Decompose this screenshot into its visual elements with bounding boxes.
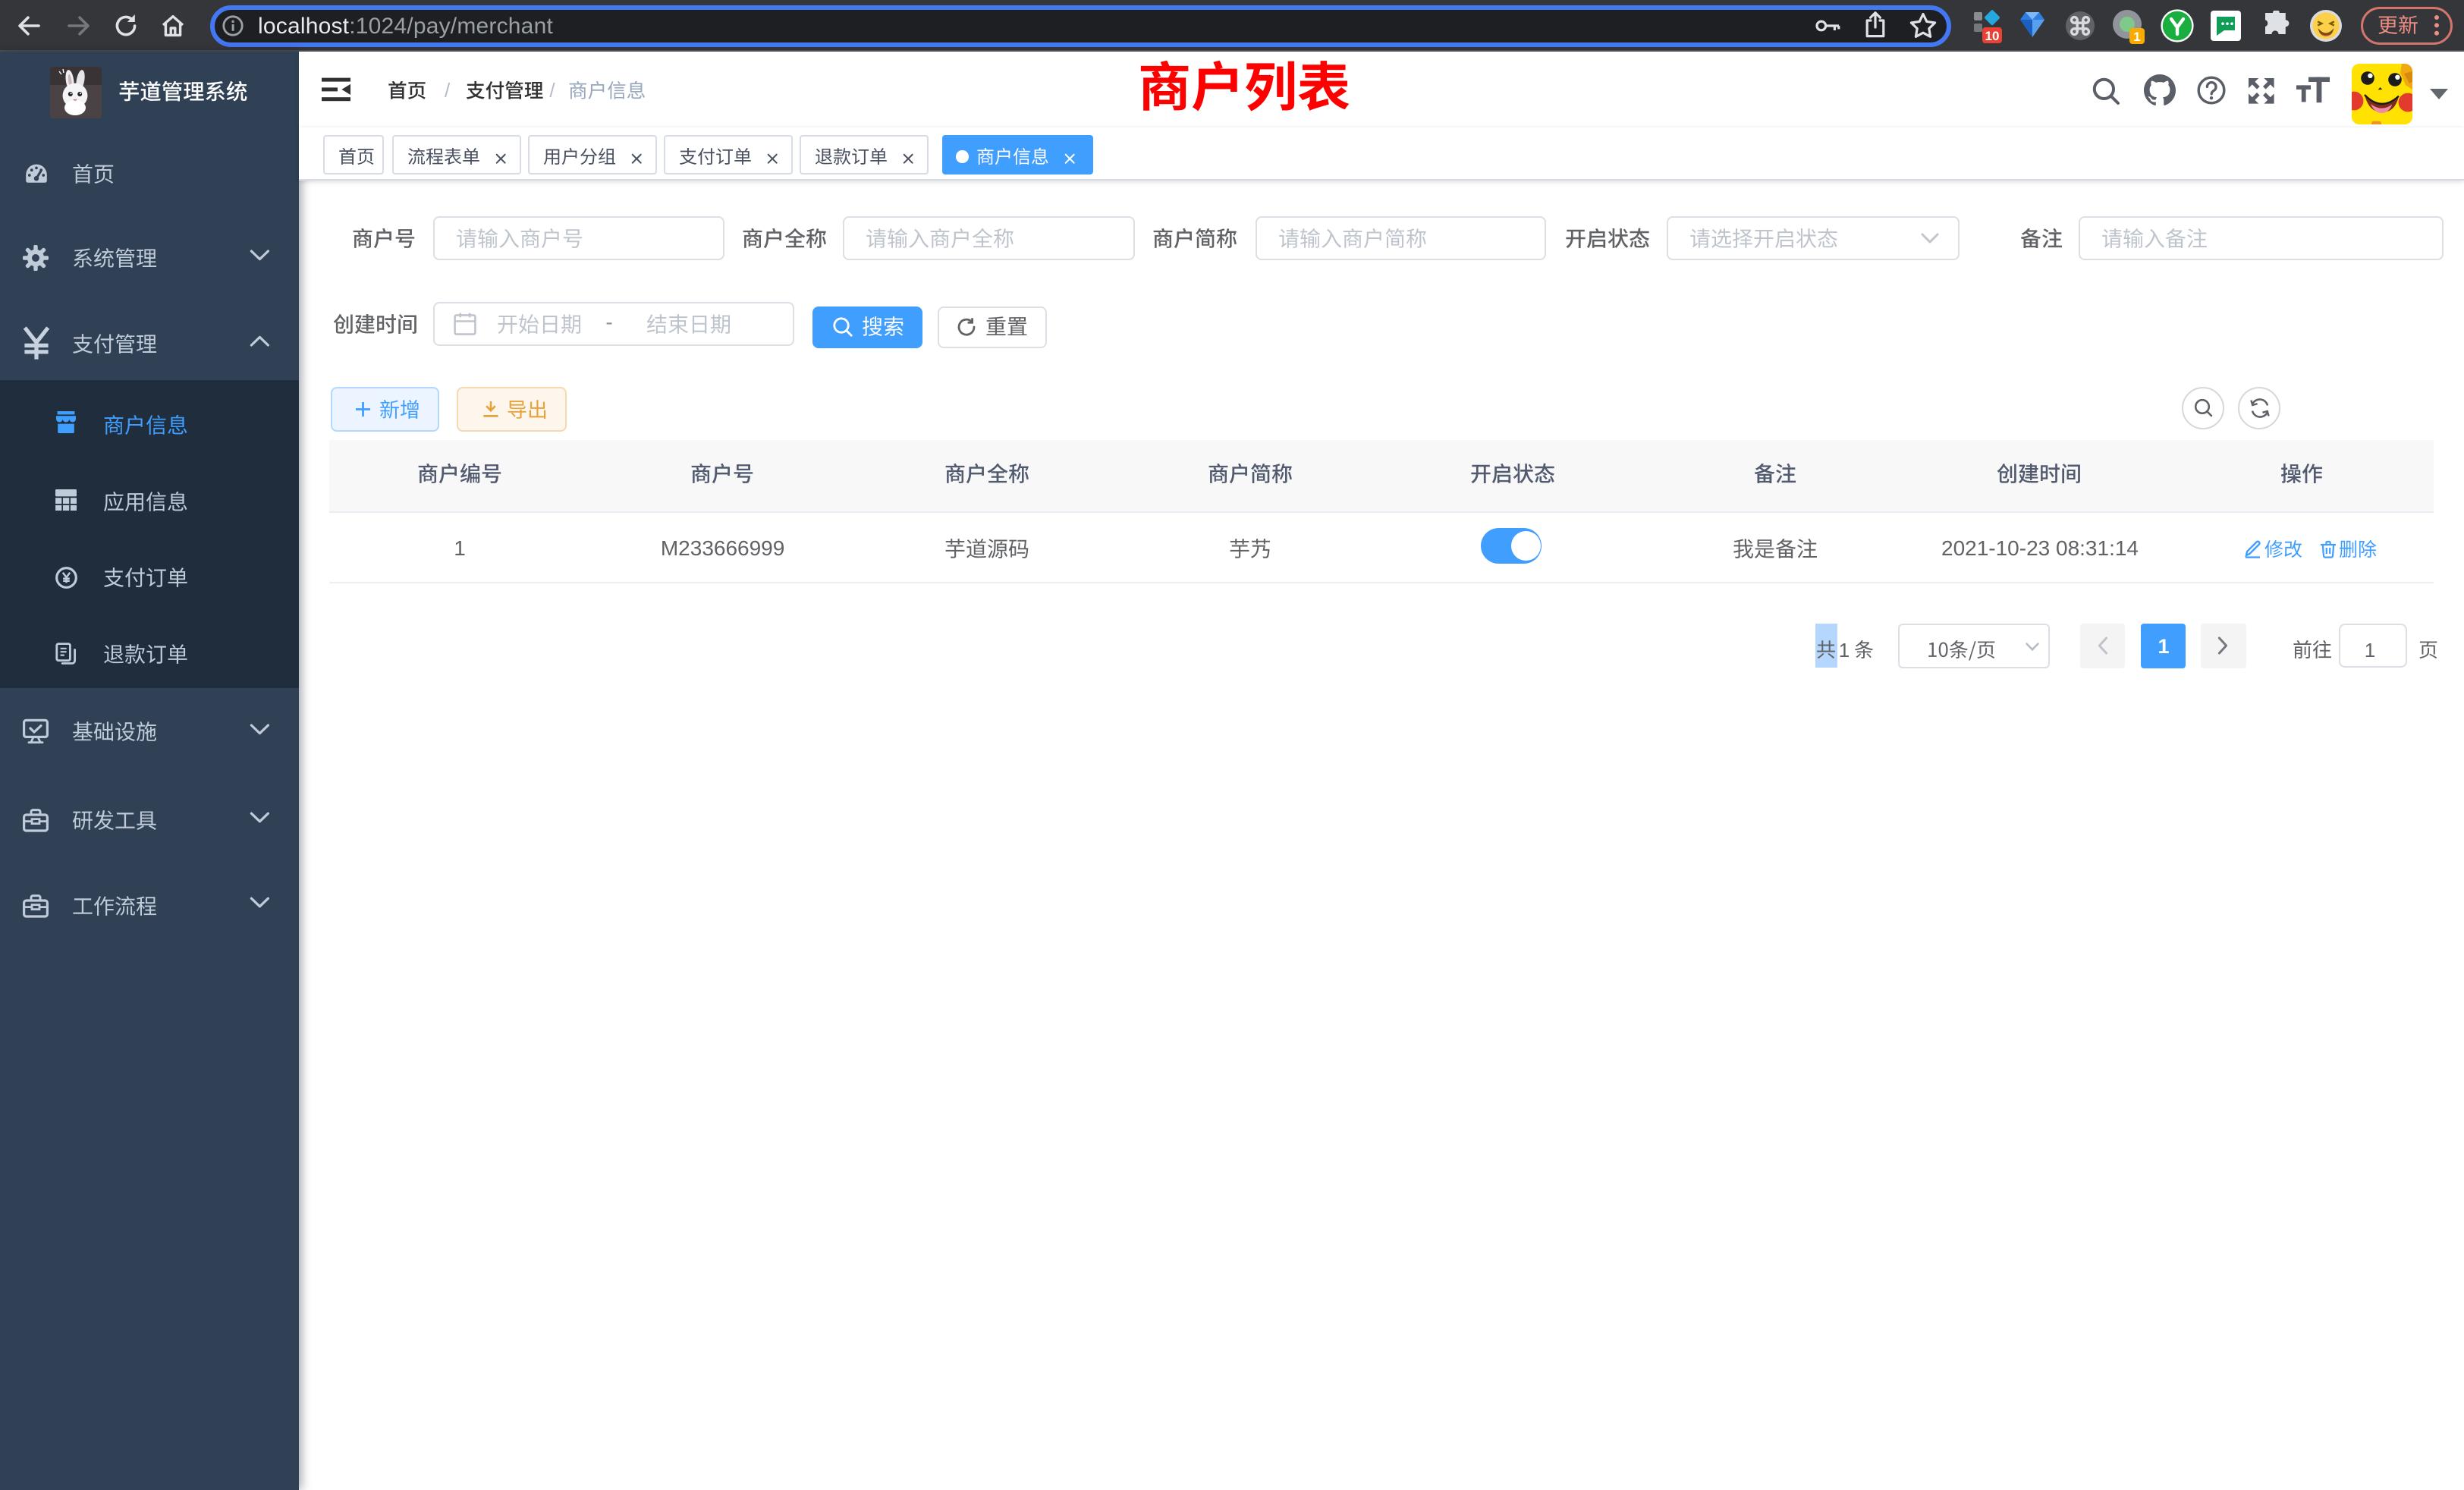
svg-text:10: 10 xyxy=(1985,29,2000,43)
svg-text:1: 1 xyxy=(2133,30,2140,44)
